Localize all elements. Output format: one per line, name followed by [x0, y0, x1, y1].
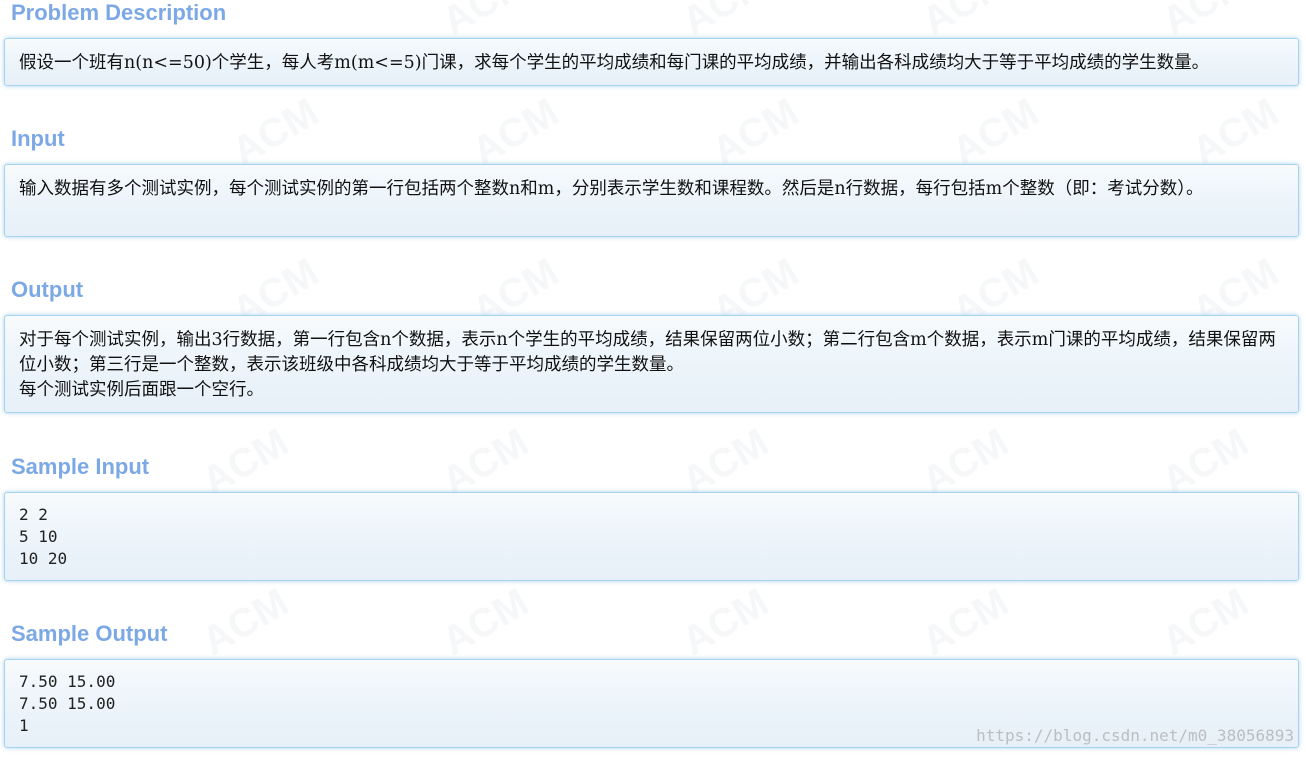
output-text-line1: 对于每个测试实例，输出3行数据，第一行包含n个数据，表示n个学生的平均成绩，结果… [19, 330, 1276, 375]
input-title: Input [11, 126, 65, 151]
output-text: 对于每个测试实例，输出3行数据，第一行包含n个数据，表示n个学生的平均成绩，结果… [19, 328, 1284, 403]
sample-input-line: 5 10 [19, 527, 58, 546]
sample-output-line: 7.50 15.00 [19, 672, 116, 691]
watermark: ACM [704, 90, 806, 174]
output-panel: 对于每个测试实例，输出3行数据，第一行包含n个数据，表示n个学生的平均成绩，结果… [4, 315, 1299, 413]
watermark: ACM [914, 580, 1016, 664]
sample-output-line: 7.50 15.00 [19, 694, 116, 713]
output-title: Output [11, 277, 84, 302]
source-credit-watermark: https://blog.csdn.net/m0_38056893 [976, 726, 1294, 745]
sample-input-panel: 2 2 5 10 10 20 [4, 492, 1299, 581]
watermark: ACM [674, 580, 776, 664]
output-text-line2: 每个测试实例后面跟一个空行。 [19, 380, 264, 400]
problem-description-panel: 假设一个班有n(n<=50)个学生，每人考m(m<=5)门课，求每个学生的平均成… [4, 38, 1299, 86]
watermark: ACM [224, 90, 326, 174]
watermark: ACM [944, 90, 1046, 174]
problem-description-text: 假设一个班有n(n<=50)个学生，每人考m(m<=5)门课，求每个学生的平均成… [19, 53, 1210, 73]
sample-input-title: Sample Input [11, 454, 150, 479]
watermark: ACM [1184, 90, 1286, 174]
watermark: ACM [464, 90, 566, 174]
watermark: ACM [434, 580, 536, 664]
input-text: 输入数据有多个测试实例，每个测试实例的第一行包括两个整数n和m，分别表示学生数和… [19, 179, 1204, 199]
sample-input-line: 10 20 [19, 549, 68, 568]
watermark: ACM [194, 580, 296, 664]
sample-input-code: 2 2 5 10 10 20 [19, 504, 1284, 570]
sample-output-title: Sample Output [11, 621, 168, 646]
input-panel: 输入数据有多个测试实例，每个测试实例的第一行包括两个整数n和m，分别表示学生数和… [4, 164, 1299, 237]
sample-input-line: 2 2 [19, 505, 48, 524]
watermark: ACM [1154, 580, 1256, 664]
problem-description-title: Problem Description [11, 0, 227, 25]
